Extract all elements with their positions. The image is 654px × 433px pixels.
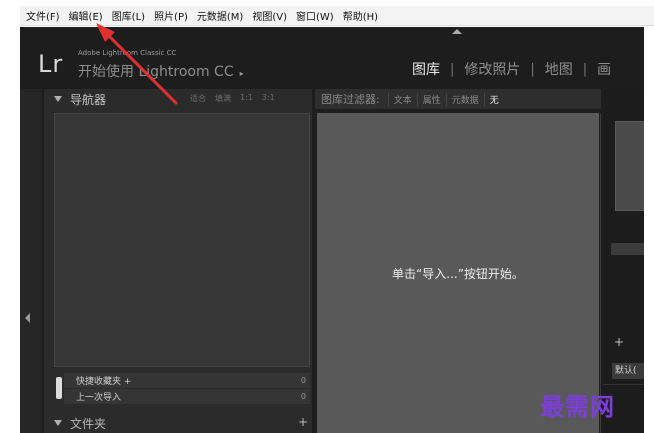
folders-header[interactable]: 文件夹 + (44, 413, 312, 433)
screenshot: 文件(F) 编辑(E) 图库(L) 照片(P) 元数据(M) 视图(V) 窗口(… (0, 0, 654, 433)
zoom-3-1[interactable]: 3:1 (262, 93, 275, 104)
filter-none[interactable]: 无 (483, 92, 504, 106)
menu-bar: 文件(F) 编辑(E) 图库(L) 照片(P) 元数据(M) 视图(V) 窗口(… (20, 6, 654, 26)
navigator-preview[interactable] (54, 113, 310, 367)
navigator-zoom-options: 适合 填满 1:1 3:1 (190, 93, 284, 104)
add-folder-button[interactable]: + (298, 415, 308, 429)
right-panel: + 默认( (603, 89, 644, 433)
module-book[interactable]: 画 (597, 59, 611, 79)
module-map[interactable]: 地图 (545, 59, 573, 79)
panel-divider (603, 384, 644, 385)
add-preset-button[interactable]: + (614, 335, 624, 349)
default-preset-select[interactable]: 默认( (612, 363, 644, 379)
site-watermark: 最需网 (540, 392, 615, 421)
triangle-left-icon[interactable] (25, 313, 30, 323)
menu-view[interactable]: 视图(V) (252, 8, 287, 23)
menu-library[interactable]: 图库(L) (112, 8, 145, 23)
grid-scrollbar[interactable] (600, 113, 601, 433)
navigator-title: 导航器 (70, 92, 107, 107)
previous-import-count: 0 (300, 392, 306, 401)
quick-collection-count: 0 (300, 376, 306, 385)
menu-edit[interactable]: 编辑(E) (69, 8, 103, 23)
menu-metadata[interactable]: 元数据(M) (197, 8, 243, 23)
center-panel: 图库过滤器: 文本 属性 元数据 无 单击“导入...”按钮开始。 (315, 89, 601, 433)
lightroom-window: Lr Adobe Lightroom Classic CC 开始使用 Light… (20, 27, 644, 433)
filter-metadata[interactable]: 元数据 (445, 92, 484, 106)
zoom-fit[interactable]: 适合 (190, 93, 206, 104)
quick-develop-bar[interactable] (611, 243, 644, 255)
menu-window[interactable]: 窗口(W) (296, 8, 334, 23)
menu-photo[interactable]: 照片(P) (154, 8, 188, 23)
left-panel: 导航器 适合 填满 1:1 3:1 快捷收藏夹 + 0 上一次导入 0 文件夹 … (44, 89, 312, 433)
module-develop[interactable]: 修改照片 (464, 59, 520, 79)
module-divider: | (530, 61, 535, 77)
filter-attribute[interactable]: 属性 (416, 92, 446, 106)
zoom-1-1[interactable]: 1:1 (240, 93, 253, 104)
catalog-list: 快捷收藏夹 + 0 上一次导入 0 (44, 371, 312, 407)
library-filter-label: 图库过滤器: (321, 93, 380, 106)
module-picker: 图库 | 修改照片 | 地图 | 画 (412, 59, 611, 79)
left-panel-strip (20, 89, 42, 433)
brand-subtitle: Adobe Lightroom Classic CC (78, 49, 177, 57)
identity-plate: Lr Adobe Lightroom Classic CC 开始使用 Light… (20, 39, 644, 81)
histogram-panel (615, 121, 644, 211)
lightroom-logo: Lr (38, 50, 64, 78)
triangle-down-icon (54, 96, 62, 102)
empty-grid-message: 单击“导入...”按钮开始。 (392, 266, 524, 281)
folders-title: 文件夹 (70, 416, 107, 431)
catalog-scrollbar[interactable] (56, 377, 62, 399)
filter-text[interactable]: 文本 (387, 92, 417, 106)
menu-file[interactable]: 文件(F) (26, 8, 60, 23)
previous-import-row[interactable]: 上一次导入 0 (64, 389, 310, 404)
library-filter-bar: 图库过滤器: 文本 属性 元数据 无 (315, 89, 601, 109)
get-started-label: 开始使用 Lightroom CC (78, 64, 234, 80)
quick-collection-row[interactable]: 快捷收藏夹 + 0 (64, 373, 310, 388)
module-divider: | (450, 61, 455, 77)
triangle-down-icon (54, 420, 62, 426)
menu-help[interactable]: 帮助(H) (343, 8, 378, 23)
module-divider: | (582, 61, 588, 77)
navigator-header[interactable]: 导航器 适合 填满 1:1 3:1 (44, 89, 312, 109)
previous-import-label: 上一次导入 (76, 393, 122, 403)
zoom-fill[interactable]: 填满 (215, 93, 231, 104)
quick-collection-label: 快捷收藏夹 + (76, 377, 132, 387)
module-library[interactable]: 图库 (412, 59, 440, 79)
triangle-up-icon[interactable] (452, 29, 462, 34)
grid-view[interactable]: 单击“导入...”按钮开始。 (317, 113, 599, 433)
play-arrow-icon: ▸ (239, 69, 244, 78)
get-started-link[interactable]: 开始使用 Lightroom CC ▸ (78, 61, 244, 81)
